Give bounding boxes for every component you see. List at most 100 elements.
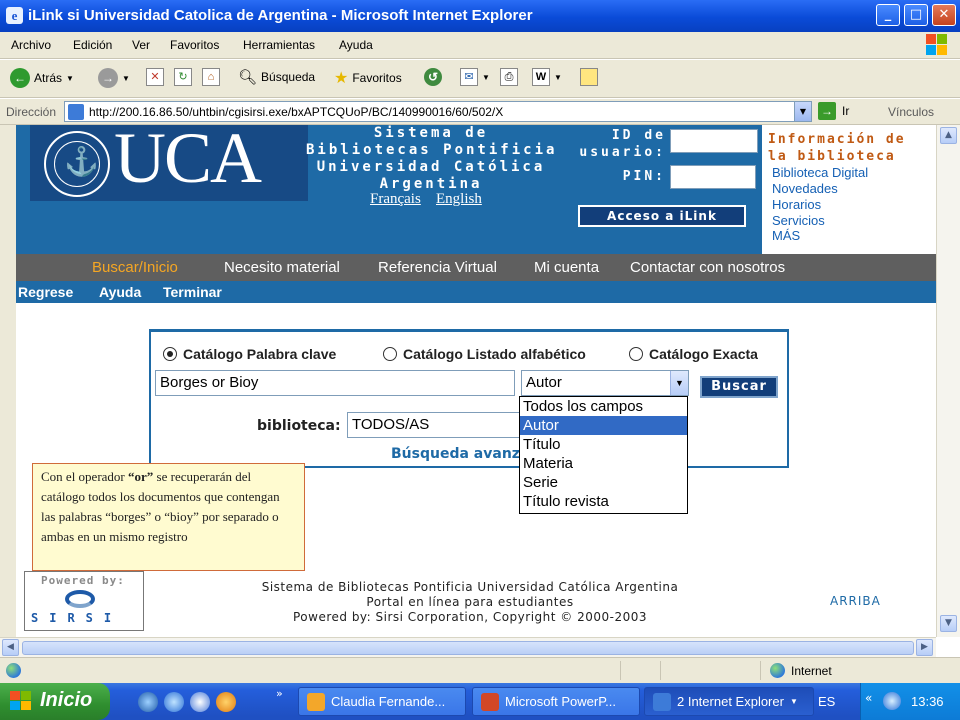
radio-exact[interactable]: Catálogo Exacta <box>629 346 758 362</box>
nav-buscar-inicio[interactable]: Buscar/Inicio <box>92 259 178 276</box>
messenger-button[interactable] <box>580 68 598 86</box>
tray-network-icon[interactable] <box>883 692 901 710</box>
windows-flag-icon <box>10 691 32 711</box>
lang-french-link[interactable]: Français <box>370 191 421 208</box>
radio-keyword[interactable]: Catálogo Palabra clave <box>163 346 336 362</box>
search-field-dropdown: Todos los campos Autor Título Materia Se… <box>519 396 688 514</box>
radio-keyword-dot[interactable] <box>163 347 177 361</box>
dropdown-option-selected[interactable]: Autor <box>520 416 687 435</box>
nav-terminar[interactable]: Terminar <box>163 284 222 300</box>
favorites-button[interactable]: ★ Favoritos <box>334 68 402 88</box>
menu-archivo[interactable]: Archivo <box>11 38 51 52</box>
task-powerpoint[interactable]: Microsoft PowerP... <box>472 687 640 716</box>
address-url[interactable]: http://200.16.86.50/uhtbin/cgisirsi.exe/… <box>89 105 503 119</box>
scroll-right-icon[interactable]: ▶ <box>916 639 933 656</box>
forward-button[interactable]: → ▼ <box>98 68 130 88</box>
nav-ayuda[interactable]: Ayuda <box>99 284 141 300</box>
info-link-news[interactable]: Novedades <box>772 181 838 196</box>
library-select[interactable]: TODOS/AS <box>347 412 527 438</box>
scroll-up-icon[interactable]: ▲ <box>940 127 957 144</box>
quicklaunch-ie-icon[interactable] <box>138 692 158 712</box>
close-button[interactable]: ✕ <box>932 4 956 26</box>
login-button[interactable]: Acceso a iLink <box>578 205 746 227</box>
title-bar: e iLink si Universidad Catolica de Argen… <box>0 0 960 32</box>
mail-dropdown-icon[interactable]: ▼ <box>482 73 490 82</box>
menu-edicion[interactable]: Edición <box>73 38 112 52</box>
search-submit-button[interactable]: Buscar <box>700 376 778 398</box>
search-panel: Catálogo Palabra clave Catálogo Listado … <box>149 329 789 468</box>
system-line-2: Bibliotecas Pontificia <box>306 142 558 158</box>
user-id-label: ID de usuario: <box>579 128 666 160</box>
search-button[interactable]: 🔍︎ Búsqueda <box>238 68 315 86</box>
nav-necesito-material[interactable]: Necesito material <box>224 259 340 276</box>
dropdown-option[interactable]: Todos los campos <box>520 397 687 416</box>
back-button[interactable]: ← Atrás ▼ <box>10 68 74 88</box>
dropdown-option[interactable]: Materia <box>520 454 687 473</box>
menu-herramientas[interactable]: Herramientas <box>243 38 315 52</box>
nav-contactar[interactable]: Contactar con nosotros <box>630 259 785 276</box>
refresh-button[interactable]: ↻ <box>174 68 192 86</box>
pin-input[interactable] <box>670 165 756 189</box>
task-group-dropdown-icon[interactable]: ▼ <box>790 697 798 706</box>
nav-referencia-virtual[interactable]: Referencia Virtual <box>378 259 497 276</box>
home-button[interactable]: ⌂ <box>202 68 220 86</box>
horizontal-scroll-thumb[interactable] <box>22 641 914 655</box>
history-button[interactable]: ↺ <box>424 68 442 86</box>
menu-ver[interactable]: Ver <box>132 38 150 52</box>
maximize-button[interactable]: □ <box>904 4 928 26</box>
back-to-top-link[interactable]: ARRIBA <box>830 594 881 608</box>
go-button[interactable]: → Ir <box>818 102 849 120</box>
page-status-icon <box>6 663 21 678</box>
sirsi-logo[interactable]: Powered by: SIRSI <box>24 571 144 631</box>
print-button[interactable]: ⎙ <box>500 68 518 86</box>
forward-dropdown-icon[interactable]: ▼ <box>122 74 130 83</box>
status-bar: Internet <box>0 657 960 683</box>
quicklaunch-media-icon[interactable] <box>190 692 210 712</box>
edit-button[interactable]: W ▼ <box>532 68 562 86</box>
task-internet-explorer[interactable]: 2 Internet Explorer ▼ <box>644 687 814 716</box>
dropdown-option[interactable]: Título revista <box>520 492 687 511</box>
minimize-button[interactable]: _ <box>876 4 900 26</box>
scroll-left-icon[interactable]: ◀ <box>2 639 19 656</box>
start-button[interactable]: Inicio <box>0 683 110 720</box>
info-link-hours[interactable]: Horarios <box>772 197 821 212</box>
language-indicator[interactable]: ES <box>818 694 835 709</box>
nav-mi-cuenta[interactable]: Mi cuenta <box>534 259 599 276</box>
info-link-digital[interactable]: Biblioteca Digital <box>772 165 868 180</box>
note-operator: “or” <box>128 469 154 484</box>
search-field-select[interactable]: Autor ▼ <box>521 370 689 396</box>
quicklaunch-messenger-icon[interactable] <box>216 692 236 712</box>
vertical-scrollbar[interactable]: ▲ ▼ <box>936 125 960 637</box>
advanced-search-link[interactable]: Búsqueda avanz <box>391 446 520 462</box>
user-id-input[interactable] <box>670 129 758 153</box>
menu-favoritos[interactable]: Favoritos <box>170 38 219 52</box>
info-link-more[interactable]: MÁS <box>772 228 800 243</box>
dropdown-option[interactable]: Título <box>520 435 687 454</box>
window-title: iLink si Universidad Catolica de Argenti… <box>28 7 533 24</box>
tray-chevron-icon[interactable]: « <box>865 691 872 705</box>
lang-english-link[interactable]: English <box>436 191 482 208</box>
back-dropdown-icon[interactable]: ▼ <box>66 74 74 83</box>
nav-regrese[interactable]: Regrese <box>18 284 73 300</box>
address-dropdown-icon[interactable]: ▼ <box>794 102 811 121</box>
info-link-services[interactable]: Servicios <box>772 213 825 228</box>
stop-button[interactable]: ✕ <box>146 68 164 86</box>
scroll-down-icon[interactable]: ▼ <box>940 615 957 632</box>
note-text-1: Con el operador <box>41 469 129 484</box>
chevron-down-icon[interactable]: ▼ <box>670 371 688 395</box>
links-label[interactable]: Vínculos <box>888 105 934 119</box>
horizontal-scrollbar[interactable]: ◀ ▶ <box>0 637 936 657</box>
search-query-input[interactable]: Borges or Bioy <box>155 370 515 396</box>
radio-exact-dot[interactable] <box>629 347 643 361</box>
radio-browse-dot[interactable] <box>383 347 397 361</box>
edit-dropdown-icon[interactable]: ▼ <box>554 73 562 82</box>
task-claudia[interactable]: Claudia Fernande... <box>298 687 466 716</box>
menu-ayuda[interactable]: Ayuda <box>339 38 373 52</box>
quicklaunch-chevron-icon[interactable]: » <box>276 687 283 700</box>
dropdown-option[interactable]: Serie <box>520 473 687 492</box>
address-input[interactable]: http://200.16.86.50/uhtbin/cgisirsi.exe/… <box>64 101 812 122</box>
quicklaunch-outlook-icon[interactable] <box>164 692 184 712</box>
sub-nav: Regrese Ayuda Terminar <box>16 281 936 303</box>
radio-browse[interactable]: Catálogo Listado alfabético <box>383 346 586 362</box>
mail-button[interactable]: ✉ ▼ <box>460 68 490 86</box>
